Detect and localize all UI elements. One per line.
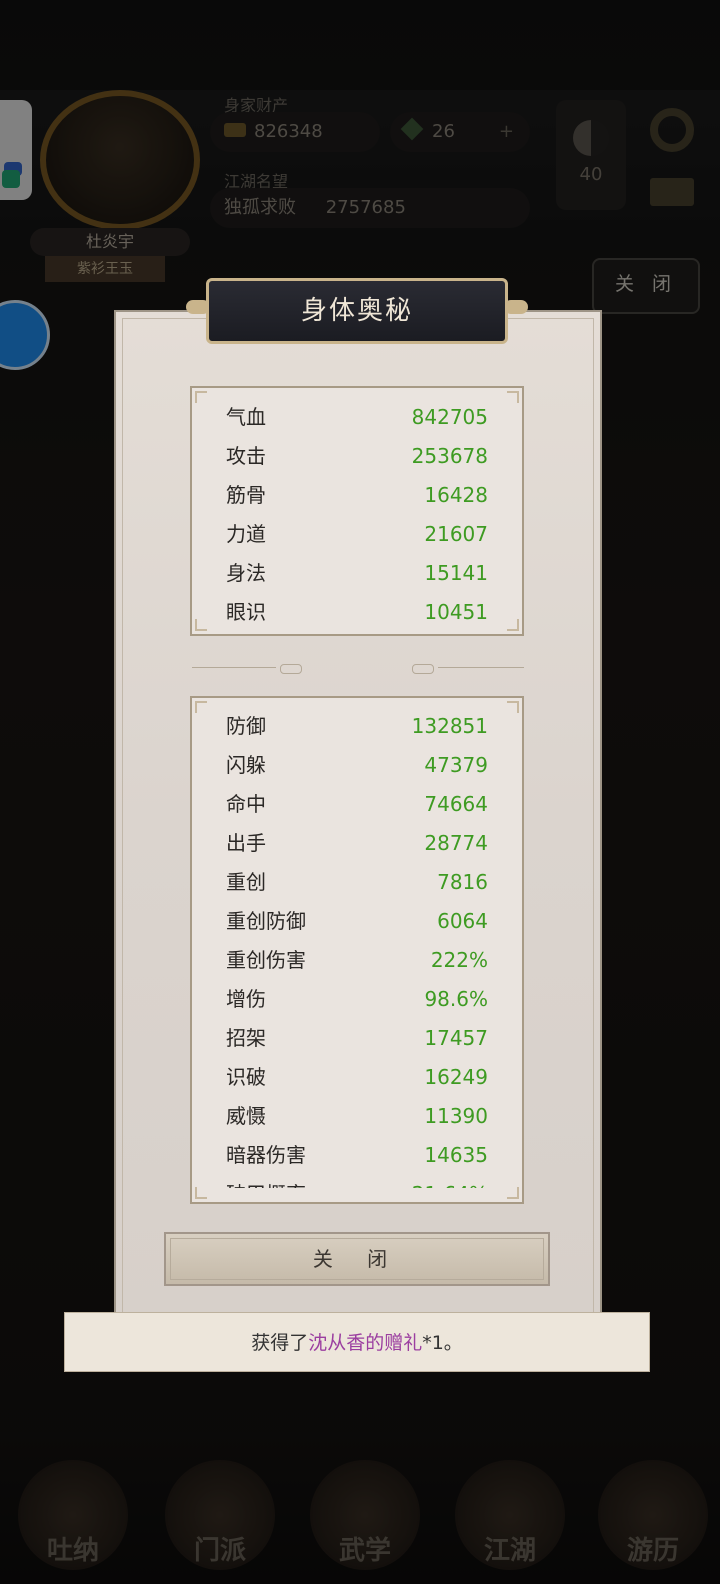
stat-label: 重创防御 xyxy=(226,909,306,933)
stat-value: 132851 xyxy=(411,714,488,738)
stat-label: 暗器伤害 xyxy=(226,1143,306,1167)
stat-row-constitution: 筋骨 16428 xyxy=(226,476,488,514)
reward-toast: 获得了沈从香的赠礼*1。 xyxy=(64,1312,650,1372)
stat-value: 7816 xyxy=(437,870,488,894)
primary-stats-panel: 气血 842705 攻击 253678 筋骨 16428 力道 21607 身法 1514… xyxy=(190,386,524,636)
stat-value: 11390 xyxy=(424,1104,488,1128)
stat-value: 47379 xyxy=(424,753,488,777)
stat-value: 6064 xyxy=(437,909,488,933)
stat-row-insight: 识破 16249 xyxy=(226,1058,488,1096)
close-button-label: 关 闭 xyxy=(312,1247,402,1271)
stat-value: 21.64% xyxy=(412,1175,488,1188)
stat-value: 17457 xyxy=(424,1026,488,1050)
stat-label: 防御 xyxy=(226,714,266,738)
stat-value: 14635 xyxy=(424,1143,488,1167)
stat-row-damage-bonus: 增伤 98.6% xyxy=(226,980,488,1018)
panel-corner xyxy=(507,619,519,631)
panel-corner xyxy=(507,1187,519,1199)
stat-label: 闪躲 xyxy=(226,753,266,777)
stat-label: 气血 xyxy=(226,405,266,429)
stat-value: 222% xyxy=(430,948,488,972)
stat-value: 74664 xyxy=(424,792,488,816)
stat-row-intimidation: 威慑 11390 xyxy=(226,1097,488,1135)
section-divider xyxy=(192,664,524,674)
panel-corner xyxy=(195,619,207,631)
stat-value: 98.6% xyxy=(424,987,488,1011)
stat-label: 命中 xyxy=(226,792,266,816)
stat-label: 攻击 xyxy=(226,444,266,468)
stat-row-strength: 力道 21607 xyxy=(226,515,488,553)
stat-value: 28774 xyxy=(424,831,488,855)
secondary-stats-list[interactable]: 防御 132851 闪躲 47379 命中 74664 出手 28774 重创 7816 … xyxy=(192,698,522,1188)
stat-row-critical: 重创 7816 xyxy=(226,863,488,901)
toast-item-name: 沈从香的赠礼 xyxy=(308,1332,423,1354)
stat-row-accuracy: 命中 74664 xyxy=(226,785,488,823)
stat-row-critical-defense: 重创防御 6064 xyxy=(226,902,488,940)
stat-label: 招架 xyxy=(226,1026,266,1050)
stat-value: 842705 xyxy=(411,405,488,429)
stat-row-defense: 防御 132851 xyxy=(226,707,488,745)
stat-row-attack: 攻击 253678 xyxy=(226,437,488,475)
stat-row-critical-damage: 重创伤害 222% xyxy=(226,941,488,979)
stat-label: 眼识 xyxy=(226,600,266,624)
stat-value: 16249 xyxy=(424,1065,488,1089)
stat-row-armor-break-chance: 破甲概率 21.64% xyxy=(226,1175,488,1188)
panel-corner xyxy=(195,391,207,403)
stat-row-hidden-weapon-damage: 暗器伤害 14635 xyxy=(226,1136,488,1174)
stat-value: 21607 xyxy=(424,522,488,546)
stat-row-dodge: 闪躲 47379 xyxy=(226,746,488,784)
stat-row-parry: 招架 17457 xyxy=(226,1019,488,1057)
stat-label: 身法 xyxy=(226,561,266,585)
stat-row-perception: 眼识 10451 xyxy=(226,593,488,631)
stat-row-hp: 气血 842705 xyxy=(226,398,488,436)
stat-label: 筋骨 xyxy=(226,483,266,507)
toast-prefix: 获得了 xyxy=(251,1332,309,1354)
stat-label: 破甲概率 xyxy=(226,1175,306,1188)
stat-label: 威慑 xyxy=(226,1104,266,1128)
stat-value: 16428 xyxy=(424,483,488,507)
panel-corner xyxy=(195,1187,207,1199)
secondary-stats-panel[interactable]: 防御 132851 闪躲 47379 命中 74664 出手 28774 重创 7816 … xyxy=(190,696,524,1204)
stat-value: 15141 xyxy=(424,561,488,585)
stat-label: 重创 xyxy=(226,870,266,894)
panel-corner xyxy=(507,391,519,403)
stat-label: 增伤 xyxy=(226,987,266,1011)
stat-row-speed: 出手 28774 xyxy=(226,824,488,862)
stat-label: 重创伤害 xyxy=(226,948,306,972)
stat-value: 10451 xyxy=(424,600,488,624)
stat-value: 253678 xyxy=(411,444,488,468)
toast-suffix: *1。 xyxy=(422,1332,463,1354)
stat-label: 识破 xyxy=(226,1065,266,1089)
dialog-close-button[interactable]: 关 闭 xyxy=(164,1232,550,1286)
stat-row-agility: 身法 15141 xyxy=(226,554,488,592)
stat-label: 出手 xyxy=(226,831,266,855)
dialog-title: 身体奥秘 xyxy=(206,278,508,344)
stat-label: 力道 xyxy=(226,522,266,546)
